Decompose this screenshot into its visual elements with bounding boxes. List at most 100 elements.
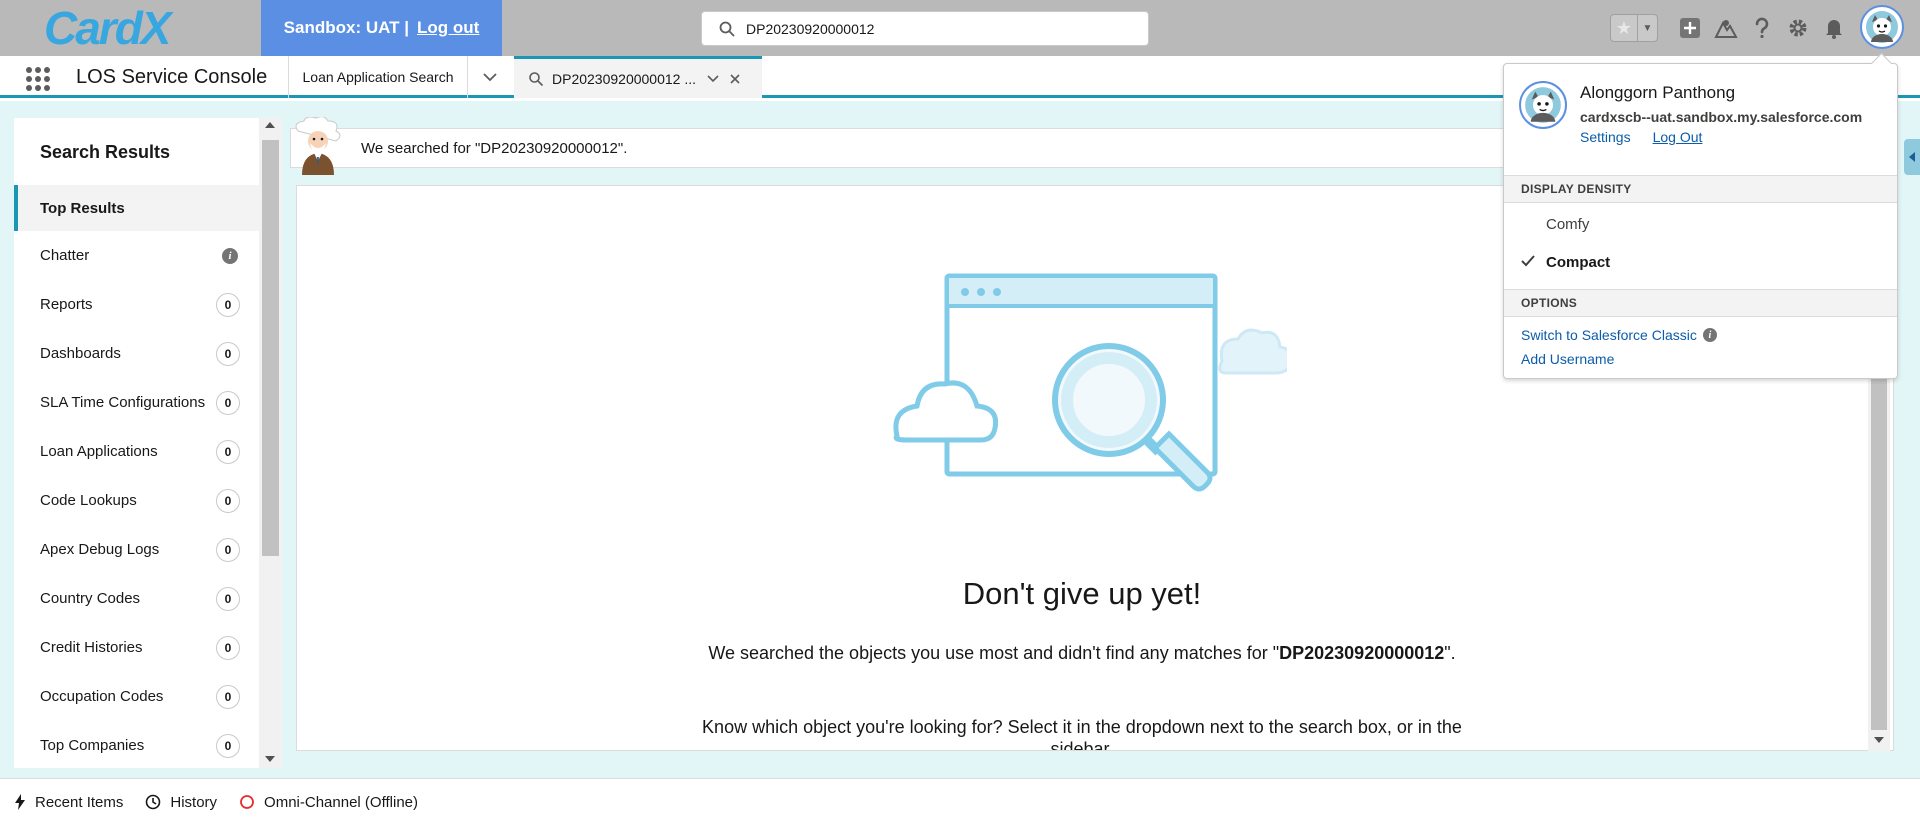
sidebar-item-credit-histories[interactable]: Credit Histories 0: [14, 623, 259, 672]
tab-label: Loan Application Search: [302, 69, 454, 85]
sidebar-item-country-codes[interactable]: Country Codes 0: [14, 574, 259, 623]
result-count-badge: 0: [216, 684, 240, 709]
empty-state-hint: Know which object you're looking for? Se…: [702, 717, 1462, 751]
user-avatar-icon[interactable]: [1860, 5, 1904, 49]
sidebar-item-label: Chatter: [40, 247, 90, 264]
result-count-badge: 0: [216, 488, 240, 513]
tab-close-icon[interactable]: [724, 68, 746, 90]
help-icon[interactable]: [1744, 12, 1780, 44]
sidebar-item-label: Code Lookups: [40, 492, 137, 509]
sandbox-banner: Sandbox: UAT | Log out: [261, 0, 502, 56]
switch-to-classic-link[interactable]: Switch to Salesforce Classic i: [1521, 327, 1717, 343]
profile-avatar-icon: [1519, 81, 1567, 129]
profile-user-name: Alonggorn Panthong: [1580, 83, 1736, 102]
tab-search-result[interactable]: DP20230920000012 ...: [514, 56, 762, 98]
sidebar-item-label: Occupation Codes: [40, 688, 164, 705]
einstein-mascot-icon: [295, 117, 341, 175]
sidebar-item-label: Top Companies: [40, 737, 145, 754]
global-search-input[interactable]: [746, 20, 1126, 37]
utility-history[interactable]: History: [145, 794, 217, 811]
sidebar-item-top-results[interactable]: Top Results: [14, 185, 259, 231]
profile-links: Settings Log Out: [1580, 129, 1702, 145]
search-message: We searched for "DP20230920000012".: [361, 139, 628, 157]
sidebar-title: Search Results: [40, 142, 171, 162]
cardx-logo[interactable]: CardX: [40, 4, 220, 52]
utility-omni-channel[interactable]: Omni-Channel (Offline): [239, 794, 418, 811]
sandbox-logout-link[interactable]: Log out: [417, 18, 479, 38]
logo-text: CardX: [44, 4, 174, 52]
profile-settings-link[interactable]: Settings: [1580, 129, 1631, 145]
favorites-list-icon[interactable]: ▼: [1638, 15, 1657, 41]
empty-state-title: Don't give up yet!: [962, 576, 1202, 611]
info-icon[interactable]: i: [1702, 328, 1717, 342]
add-icon[interactable]: [1672, 12, 1708, 44]
search-icon: [529, 71, 544, 86]
sidebar-item-label: Top Results: [40, 199, 125, 217]
profile-logout-link[interactable]: Log Out: [1653, 129, 1703, 145]
sidebar-item-dashboards[interactable]: Dashboards 0: [14, 329, 259, 378]
tab-menu-chevron-down-icon[interactable]: [702, 68, 724, 90]
utility-item-label: History: [170, 793, 218, 811]
global-header: CardX Sandbox: UAT | Log out ★ ▼: [0, 0, 1920, 56]
side-panel-toggle-icon[interactable]: [1904, 139, 1920, 175]
tab-label: DP20230920000012 ...: [552, 70, 697, 87]
nav-divider: [288, 56, 289, 98]
scroll-down-arrow-icon[interactable]: [265, 756, 275, 762]
density-option-compact[interactable]: Compact: [1504, 244, 1897, 280]
omni-status-offline-icon: [240, 795, 254, 809]
result-count-badge: 0: [216, 635, 240, 660]
sidebar-item-apex-debug-logs[interactable]: Apex Debug Logs 0: [14, 525, 259, 574]
sidebar-scrollbar[interactable]: [259, 118, 282, 768]
density-option-comfy[interactable]: Comfy: [1504, 206, 1897, 242]
sidebar-item-occupation-codes[interactable]: Occupation Codes 0: [14, 672, 259, 721]
info-icon[interactable]: i: [222, 247, 238, 264]
app-launcher-icon[interactable]: [26, 67, 50, 91]
favorites-star-icon[interactable]: ★: [1611, 15, 1638, 41]
sidebar-item-label: SLA Time Configurations: [40, 394, 206, 411]
sidebar-item-label: Apex Debug Logs: [40, 541, 160, 558]
checkmark-icon: [1521, 255, 1535, 267]
options-header: OPTIONS: [1504, 289, 1897, 317]
sidebar-item-label: Dashboards: [40, 345, 121, 362]
favorites-group: ★ ▼: [1610, 14, 1658, 42]
empty-message-prefix: We searched the objects you use most and…: [708, 643, 1280, 663]
trailhead-icon[interactable]: [1708, 12, 1744, 44]
search-icon: [719, 21, 735, 36]
utility-item-label: Recent Items: [35, 793, 124, 811]
lightning-bolt-icon: [15, 794, 25, 810]
sidebar-item-sla-time-configurations[interactable]: SLA Time Configurations 0: [14, 378, 259, 427]
add-username-link[interactable]: Add Username: [1521, 351, 1614, 367]
nav-tab-overflow-chevron-down-icon[interactable]: [468, 56, 512, 98]
sidebar-item-reports[interactable]: Reports 0: [14, 280, 259, 329]
header-icons: ★ ▼: [1610, 5, 1904, 49]
switch-to-classic-label: Switch to Salesforce Classic: [1521, 327, 1697, 343]
tab-loan-application-search[interactable]: Loan Application Search: [290, 56, 466, 98]
searched-term: DP20230920000012: [1279, 643, 1445, 663]
app-name: LOS Service Console: [76, 66, 268, 88]
sidebar-item-loan-applications[interactable]: Loan Applications 0: [14, 427, 259, 476]
search-results-sidebar: Search Results Top Results Chatter i Rep…: [14, 118, 259, 768]
sidebar-item-label: Reports: [40, 296, 93, 313]
sidebar-item-code-lookups[interactable]: Code Lookups 0: [14, 476, 259, 525]
sidebar-list: Top Results Chatter i Reports 0 Dashboar…: [14, 185, 259, 768]
empty-search-illustration: [893, 273, 1287, 492]
empty-message-suffix: ".: [1444, 643, 1456, 663]
utility-bar: Recent Items History Omni-Channel (Offli…: [0, 778, 1920, 825]
scrollbar-thumb[interactable]: [262, 140, 279, 556]
scroll-up-arrow-icon[interactable]: [265, 122, 275, 128]
utility-item-label: Omni-Channel (Offline): [264, 793, 418, 811]
sidebar-item-label: Loan Applications: [40, 443, 158, 460]
density-option-label: Compact: [1546, 253, 1611, 271]
scrollbar-thumb[interactable]: [1871, 360, 1887, 730]
result-count-badge: 0: [216, 586, 240, 611]
setup-gear-icon[interactable]: [1780, 12, 1816, 44]
notifications-bell-icon[interactable]: [1816, 12, 1852, 44]
sidebar-item-chatter[interactable]: Chatter i: [14, 231, 259, 280]
sidebar-item-label: Country Codes: [40, 590, 141, 607]
utility-recent-items[interactable]: Recent Items: [14, 794, 123, 811]
sidebar-item-top-companies[interactable]: Top Companies 0: [14, 721, 259, 768]
global-search-box[interactable]: [701, 11, 1149, 46]
result-count-badge: 0: [216, 341, 240, 366]
scroll-down-arrow-icon[interactable]: [1874, 737, 1884, 743]
add-username-label: Add Username: [1521, 351, 1615, 367]
